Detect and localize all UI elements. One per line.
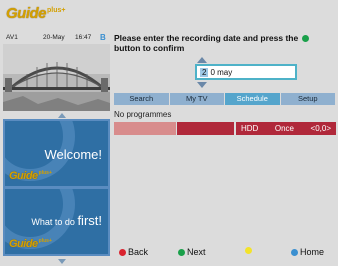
what-to-do-text: What to do first! — [31, 213, 102, 228]
yellow-button[interactable] — [245, 247, 254, 254]
recording-channel: <0,0> — [310, 124, 331, 133]
home-button[interactable]: Home — [291, 247, 324, 257]
home-label: Home — [300, 247, 325, 257]
green-button-icon — [301, 35, 309, 42]
back-button[interactable]: Back — [119, 247, 148, 257]
recording-date-input[interactable]: 20 may — [195, 64, 297, 80]
scroll-up-icon[interactable] — [58, 113, 66, 118]
harbour-bridge-image — [3, 44, 110, 111]
recording-entry[interactable]: HDD Once <0,0> — [236, 122, 336, 135]
guideplus-logo: Guide plus+ — [6, 6, 66, 24]
source-label: AV1 — [6, 34, 18, 41]
date-day-cursor: 2 — [200, 68, 209, 77]
time-label: 16:47 — [75, 34, 92, 41]
promo-logo-suffix: plus+ — [38, 170, 52, 176]
timeline-block-current — [177, 122, 234, 135]
recording-mode: Once — [274, 124, 294, 133]
timeline-block-past — [114, 122, 176, 135]
header: Guide plus+ — [0, 0, 338, 30]
green-button-icon — [178, 248, 185, 256]
instruction-prompt: Please enter the recording date and pres… — [114, 33, 336, 53]
promo-logo-text: Guide — [9, 238, 38, 250]
promo-logo: Guide plus+ — [9, 170, 52, 182]
tv-guide-screen: Guide plus+ AV1 20-May 16:47 B Welcome! … — [0, 0, 338, 266]
tv-preview: AV1 20-May 16:47 B — [3, 33, 110, 111]
tab-my-tv[interactable]: My TV — [169, 93, 224, 105]
what-to-do-text-emph: first! — [77, 213, 102, 228]
prompt-text-after: button to confirm — [114, 43, 185, 53]
date-increment-icon[interactable] — [197, 57, 207, 63]
yellow-button-icon — [245, 247, 252, 254]
recording-device: HDD — [241, 124, 259, 133]
promo-logo: Guide plus+ — [9, 238, 52, 250]
scroll-down-icon[interactable] — [58, 259, 66, 264]
date-value: 0 may — [210, 68, 233, 77]
date-decrement-icon[interactable] — [197, 82, 207, 88]
welcome-text: Welcome! — [44, 147, 102, 162]
back-label: Back — [128, 247, 149, 257]
what-to-do-text-pre: What to do — [31, 217, 78, 227]
tab-schedule[interactable]: Schedule — [225, 93, 280, 105]
red-button-icon — [119, 248, 126, 256]
status-message: No programmes — [114, 110, 172, 119]
next-button[interactable]: Next — [178, 247, 206, 257]
promo-logo-text: Guide — [9, 170, 38, 182]
prompt-text-before: Please enter the recording date and pres… — [114, 33, 299, 43]
logo-suffix: plus+ — [47, 7, 66, 14]
promo-logo-suffix: plus+ — [38, 238, 52, 244]
schedule-timeline: HDD Once <0,0> — [114, 122, 336, 135]
logo-text: Guide — [6, 5, 47, 22]
lock-icon: B — [100, 33, 106, 42]
date-label: 20-May — [43, 34, 65, 41]
preview-status-bar: AV1 20-May 16:47 B — [3, 33, 110, 44]
what-to-do-promo-panel[interactable]: What to do first! Guide plus+ — [3, 187, 110, 256]
welcome-promo-panel[interactable]: Welcome! Guide plus+ — [3, 119, 110, 188]
tab-setup[interactable]: Setup — [280, 93, 335, 105]
next-label: Next — [187, 247, 206, 257]
menu-tabs: Search My TV Schedule Setup — [114, 93, 336, 105]
blue-button-icon — [291, 248, 298, 256]
footer-button-bar: Back Next Home — [114, 247, 336, 259]
tab-search[interactable]: Search — [114, 93, 169, 105]
